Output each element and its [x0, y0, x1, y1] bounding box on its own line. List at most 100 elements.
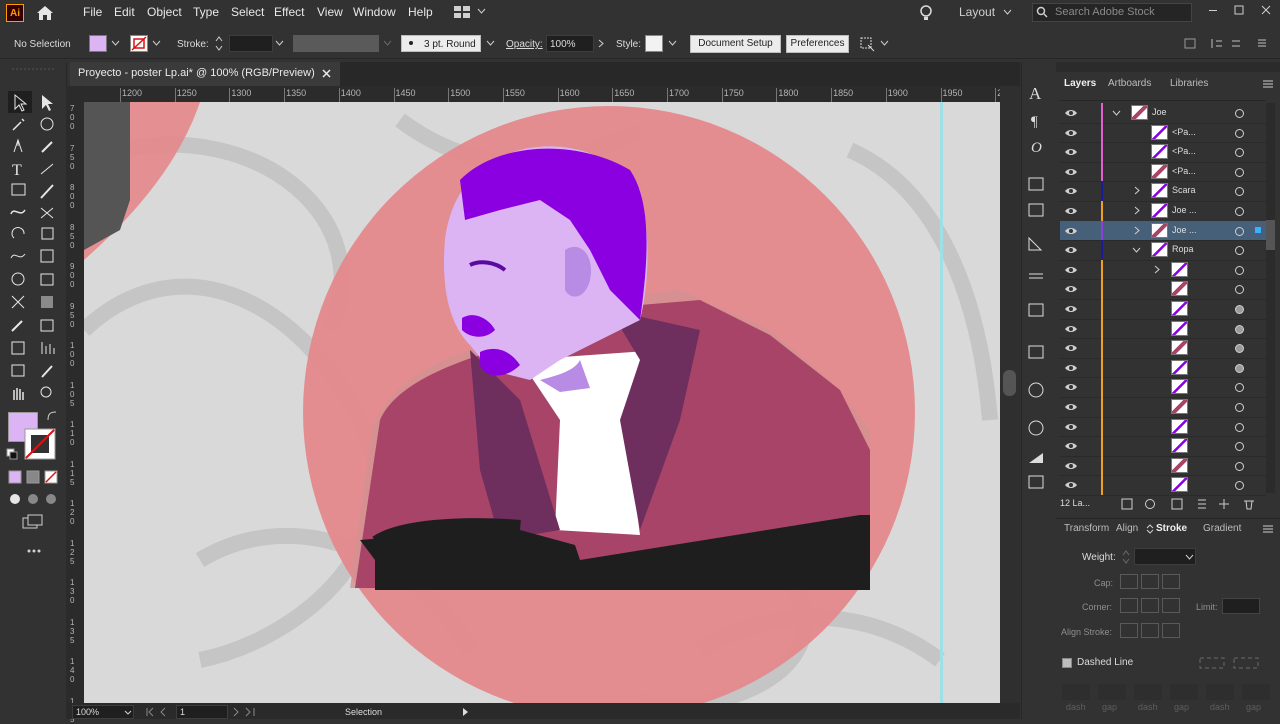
document-setup-button[interactable]: Document Setup: [690, 35, 781, 53]
status-menu-arrow[interactable]: [462, 707, 470, 717]
visibility-eye-icon[interactable]: [1064, 167, 1078, 177]
menu-type[interactable]: Type: [193, 5, 219, 19]
menu-window[interactable]: Window: [353, 5, 396, 19]
layer-name[interactable]: <Pa...: [1172, 166, 1196, 176]
chevron-down-icon[interactable]: [152, 40, 161, 46]
chevron-down-icon[interactable]: [275, 40, 284, 46]
limit-field[interactable]: [1222, 598, 1260, 614]
chevron-right-icon[interactable]: [1152, 265, 1161, 274]
dashed-line-checkbox[interactable]: [1062, 658, 1072, 668]
menu-object[interactable]: Object: [147, 5, 182, 19]
target-circle-icon[interactable]: [1235, 305, 1244, 314]
visibility-eye-icon[interactable]: [1064, 382, 1078, 392]
dash-field[interactable]: [1206, 684, 1234, 700]
layer-name[interactable]: Joe ...: [1172, 225, 1197, 235]
preferences-button[interactable]: Preferences: [786, 35, 849, 53]
target-circle-icon[interactable]: [1235, 128, 1244, 138]
chevron-right-icon[interactable]: [598, 39, 604, 48]
target-circle-icon[interactable]: [1235, 167, 1244, 177]
visibility-eye-icon[interactable]: [1064, 108, 1078, 118]
align-center-button[interactable]: [1120, 623, 1138, 638]
arrange-documents-icon[interactable]: [453, 5, 471, 19]
swap-colors-icon[interactable]: [46, 410, 58, 422]
dash-align-buttons[interactable]: [1198, 656, 1266, 670]
visibility-eye-icon[interactable]: [1064, 206, 1078, 216]
visibility-eye-icon[interactable]: [1064, 324, 1078, 334]
draw-mode-buttons[interactable]: [8, 492, 60, 506]
chevron-down-icon[interactable]: [477, 8, 486, 14]
visibility-eye-icon[interactable]: [1064, 226, 1078, 236]
visibility-eye-icon[interactable]: [1064, 265, 1078, 275]
align-outside-button[interactable]: [1162, 623, 1180, 638]
weight-stepper[interactable]: [1121, 549, 1131, 565]
window-controls[interactable]: [1207, 5, 1277, 17]
toolbar-grip[interactable]: [8, 67, 58, 71]
align-inside-button[interactable]: [1141, 623, 1159, 638]
home-icon[interactable]: [36, 5, 54, 21]
target-circle-icon[interactable]: [1235, 403, 1244, 412]
bevel-join-button[interactable]: [1162, 598, 1180, 613]
gap-field[interactable]: [1170, 684, 1198, 700]
chevron-down-icon[interactable]: [1112, 108, 1121, 117]
visibility-eye-icon[interactable]: [1064, 245, 1078, 255]
target-circle-icon[interactable]: [1235, 207, 1244, 216]
fill-swatch[interactable]: [89, 35, 107, 52]
menu-select[interactable]: Select: [231, 5, 264, 19]
visibility-eye-icon[interactable]: [1064, 128, 1078, 138]
tab-gradient[interactable]: Gradient: [1203, 523, 1241, 534]
visibility-eye-icon[interactable]: [1064, 147, 1078, 157]
chevron-down-icon[interactable]: [111, 40, 120, 46]
panel-grip[interactable]: [1056, 62, 1280, 72]
tab-libraries[interactable]: Libraries: [1170, 78, 1208, 89]
artboard-canvas[interactable]: [84, 102, 1000, 703]
menu-help[interactable]: Help: [408, 5, 433, 19]
lightbulb-icon[interactable]: [919, 4, 933, 22]
target-circle-icon[interactable]: [1235, 109, 1244, 118]
chevron-down-icon[interactable]: [668, 40, 677, 46]
chevron-right-icon[interactable]: [1132, 186, 1141, 195]
layers-footer-buttons[interactable]: [1120, 497, 1258, 511]
chevron-down-icon[interactable]: [486, 40, 495, 46]
layers-scroll-thumb[interactable]: [1266, 220, 1275, 250]
visibility-eye-icon[interactable]: [1064, 461, 1078, 471]
round-join-button[interactable]: [1141, 598, 1159, 613]
layer-name[interactable]: Joe ...: [1172, 205, 1197, 215]
tab-layers[interactable]: Layers: [1064, 78, 1096, 89]
target-circle-icon[interactable]: [1235, 265, 1244, 275]
projecting-cap-button[interactable]: [1162, 574, 1180, 589]
layers-scrollbar[interactable]: [1266, 103, 1275, 493]
more-tools-icon[interactable]: [26, 548, 42, 554]
artboard-prev-buttons[interactable]: [145, 707, 175, 717]
workspace-switcher[interactable]: Layout: [959, 5, 995, 19]
butt-cap-button[interactable]: [1120, 574, 1138, 589]
target-circle-icon[interactable]: [1235, 226, 1244, 236]
selection-indicator[interactable]: [1255, 226, 1261, 233]
tab-artboards[interactable]: Artboards: [1108, 78, 1151, 89]
visibility-eye-icon[interactable]: [1064, 363, 1078, 373]
chevron-right-icon[interactable]: [1132, 226, 1141, 235]
miter-join-button[interactable]: [1120, 598, 1138, 613]
default-colors-icon[interactable]: [6, 448, 18, 460]
visibility-eye-icon[interactable]: [1064, 284, 1078, 294]
control-panel-extras[interactable]: [1184, 37, 1274, 51]
variable-width-profile[interactable]: [293, 35, 379, 52]
tab-transform[interactable]: Transform: [1064, 523, 1109, 534]
gap-field[interactable]: [1242, 684, 1270, 700]
layer-name[interactable]: <Pa...: [1172, 146, 1196, 156]
chevron-right-icon[interactable]: [1132, 206, 1141, 215]
layer-name[interactable]: Scara: [1172, 185, 1196, 195]
screen-mode-icon[interactable]: [22, 514, 44, 530]
menu-file[interactable]: File: [83, 5, 102, 19]
color-mode-buttons[interactable]: [8, 470, 60, 484]
visibility-eye-icon[interactable]: [1064, 343, 1078, 353]
visibility-eye-icon[interactable]: [1064, 422, 1078, 432]
stroke-weight-field[interactable]: [229, 35, 273, 52]
tab-stroke[interactable]: Stroke: [1156, 523, 1187, 534]
target-circle-icon[interactable]: [1235, 461, 1244, 471]
menu-edit[interactable]: Edit: [114, 5, 135, 19]
artboard-next-buttons[interactable]: [232, 707, 262, 717]
layer-name[interactable]: <Pa...: [1172, 127, 1196, 137]
chevron-down-icon[interactable]: [124, 710, 132, 715]
menu-effect[interactable]: Effect: [274, 5, 304, 19]
visibility-eye-icon[interactable]: [1064, 402, 1078, 412]
